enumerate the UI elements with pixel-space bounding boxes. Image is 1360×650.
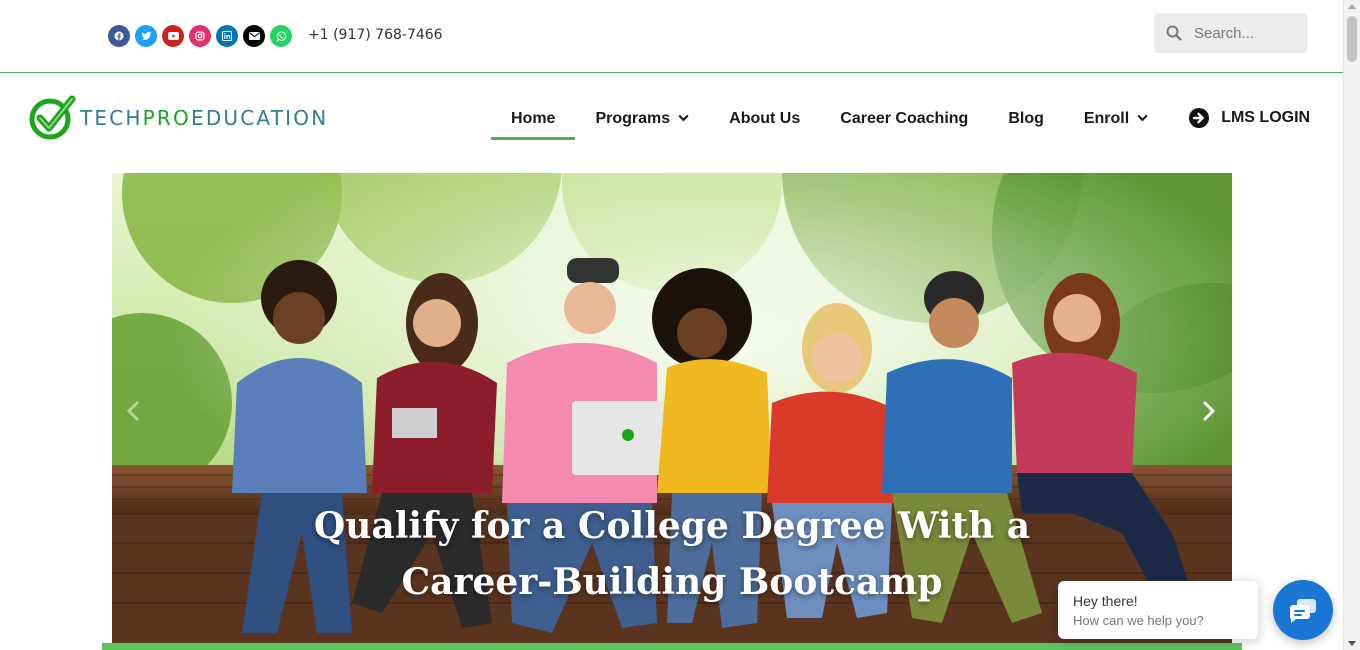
lms-login-label: LMS LOGIN bbox=[1221, 109, 1311, 126]
phone-number[interactable]: +1 (917) 768-7466 bbox=[308, 27, 443, 43]
whatsapp-icon[interactable] bbox=[270, 25, 292, 47]
social-links bbox=[108, 25, 292, 47]
chevron-down-icon bbox=[678, 114, 689, 122]
envelope-icon[interactable] bbox=[243, 25, 265, 47]
instagram-icon[interactable] bbox=[189, 25, 211, 47]
facebook-icon[interactable] bbox=[108, 25, 130, 47]
top-bar: +1 (917) 768-7466 bbox=[0, 0, 1343, 73]
scroll-up-icon[interactable] bbox=[1348, 4, 1356, 9]
nav-item-label: Career Coaching bbox=[840, 109, 969, 127]
twitter-icon[interactable] bbox=[135, 25, 157, 47]
search-box[interactable] bbox=[1154, 13, 1307, 53]
page-scrollbar[interactable] bbox=[1343, 0, 1360, 650]
search-icon[interactable] bbox=[1154, 25, 1194, 41]
hero-title-line-1: Qualify for a College Degree With a bbox=[313, 505, 1031, 547]
site-logo[interactable]: TECHPROEDUCATION bbox=[28, 93, 328, 143]
youtube-icon[interactable] bbox=[162, 25, 184, 47]
nav-item-label: Enroll bbox=[1083, 109, 1130, 127]
nav-item-label: Home bbox=[511, 109, 556, 127]
logo-check-icon bbox=[29, 95, 76, 140]
scroll-down-icon[interactable] bbox=[1348, 641, 1356, 646]
nav-item-programs[interactable]: Programs bbox=[575, 98, 709, 138]
chat-greeting-bubble[interactable]: Hey there! How can we help you? bbox=[1058, 581, 1258, 639]
arrow-circle-right-icon bbox=[1189, 108, 1210, 128]
nav-item-label: Programs bbox=[595, 109, 671, 127]
hero-bottom-bar bbox=[102, 643, 1242, 650]
nav-item-blog[interactable]: Blog bbox=[988, 98, 1064, 138]
logo-text: TECHPROEDUCATION bbox=[80, 106, 328, 130]
search-input[interactable] bbox=[1194, 24, 1299, 42]
chevron-left-icon[interactable] bbox=[124, 401, 144, 421]
nav-item-label: Blog bbox=[1008, 109, 1044, 127]
logo-text-pro: PRO bbox=[142, 106, 191, 130]
chat-greeting-subtitle: How can we help you? bbox=[1073, 613, 1204, 628]
logo-text-education: EDUCATION bbox=[190, 106, 329, 130]
chevron-down-icon bbox=[1137, 114, 1148, 122]
nav-item-home[interactable]: Home bbox=[491, 98, 576, 140]
linkedin-icon[interactable] bbox=[216, 25, 238, 47]
nav-item-enroll[interactable]: Enroll bbox=[1064, 98, 1168, 138]
nav-item-about-us[interactable]: About Us bbox=[709, 98, 820, 138]
chat-launcher-button[interactable] bbox=[1273, 580, 1333, 640]
scrollbar-thumb[interactable] bbox=[1347, 16, 1357, 62]
lms-login-button[interactable]: LMS LOGIN bbox=[1188, 107, 1310, 129]
chat-greeting-title: Hey there! bbox=[1073, 593, 1138, 609]
hero-slider: Qualify for a College Degree With a Care… bbox=[112, 173, 1232, 643]
nav-item-career-coaching[interactable]: Career Coaching bbox=[820, 98, 988, 138]
chat-icon bbox=[1290, 599, 1316, 623]
chevron-right-icon[interactable] bbox=[1198, 401, 1218, 421]
main-nav: Home Programs About Us Career Coaching B… bbox=[491, 98, 1310, 140]
logo-text-tech: TECH bbox=[80, 106, 143, 130]
nav-item-label: About Us bbox=[729, 109, 801, 127]
